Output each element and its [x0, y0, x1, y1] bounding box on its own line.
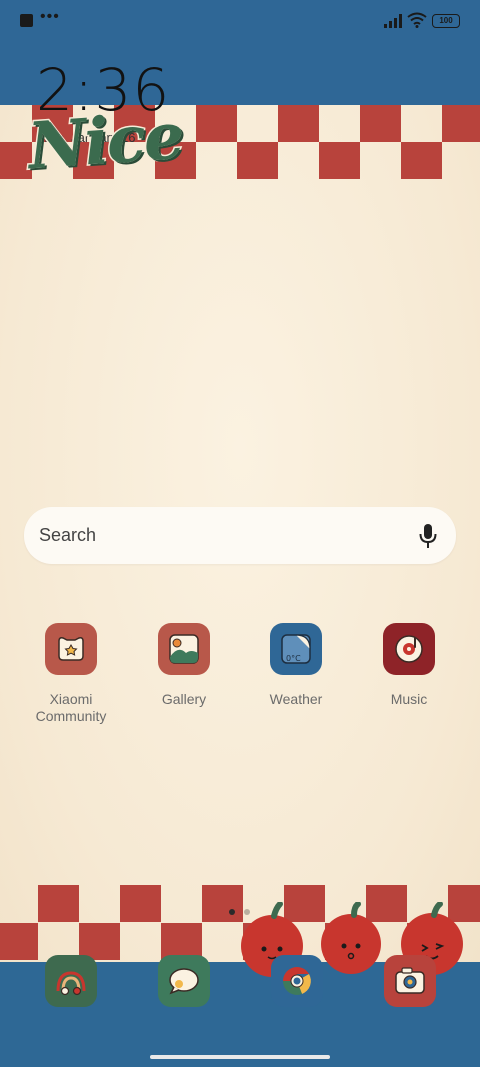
app-xiaomi-community[interactable]: Xiaomi Community	[21, 623, 121, 725]
camera-icon	[395, 967, 425, 994]
battery-icon: 100	[432, 14, 460, 28]
app-label: Xiaomi Community	[35, 691, 107, 724]
gallery-icon	[158, 623, 210, 675]
app-weather[interactable]: 0°C Weather	[246, 623, 346, 708]
app-label: Weather	[269, 691, 323, 707]
phone-icon	[56, 971, 86, 996]
page-indicator-inactive[interactable]	[244, 909, 250, 915]
dock-camera-app[interactable]	[384, 955, 436, 1007]
app-label: Gallery	[161, 691, 207, 707]
gesture-navigation-bar[interactable]	[150, 1055, 330, 1059]
microphone-icon[interactable]	[418, 523, 438, 549]
nice-sticker-text: Nice	[24, 97, 186, 186]
weather-icon: 0°C	[270, 623, 322, 675]
wifi-icon	[407, 12, 427, 28]
search-placeholder: Search	[39, 525, 97, 545]
app-gallery[interactable]: Gallery	[134, 623, 234, 708]
messages-icon	[169, 968, 199, 995]
more-notifications-icon: •••	[40, 8, 60, 25]
app-label: Music	[390, 691, 428, 707]
notification-app-icon	[20, 14, 33, 27]
community-icon	[45, 623, 97, 675]
chrome-icon	[283, 967, 311, 995]
dock-phone-app[interactable]	[45, 955, 97, 1007]
music-icon	[383, 623, 435, 675]
svg-text:0°C: 0°C	[286, 654, 301, 663]
dock-chrome-app[interactable]	[271, 955, 323, 1007]
search-bar[interactable]: Search	[24, 507, 456, 564]
app-music[interactable]: Music	[359, 623, 459, 708]
cellular-signal-icon	[384, 14, 402, 28]
dock-messages-app[interactable]	[158, 955, 210, 1007]
page-indicator-active[interactable]	[229, 909, 235, 915]
status-bar: ••• 100	[0, 0, 480, 40]
